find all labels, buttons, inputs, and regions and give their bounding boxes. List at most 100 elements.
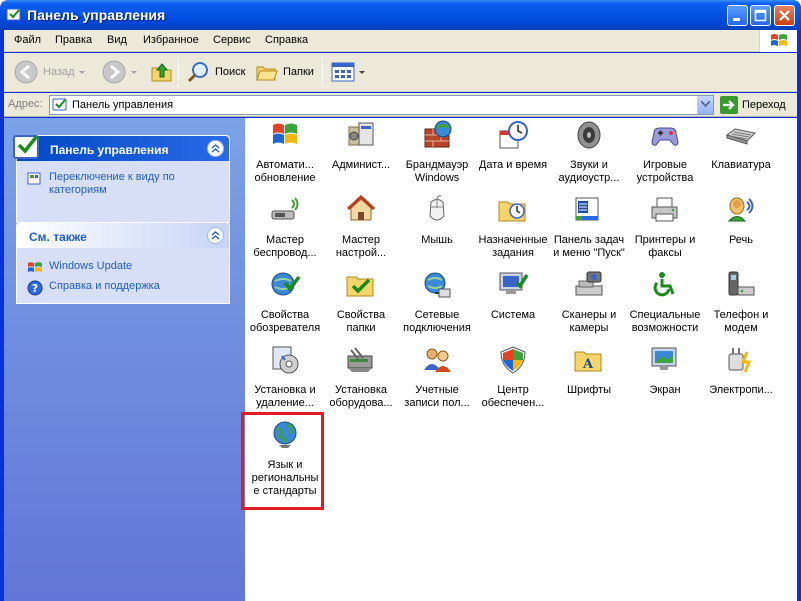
go-button[interactable]: Переход [720,95,786,115]
control-panel-item-label: Принтеры и факсы [634,234,696,259]
power-icon [728,348,752,373]
menu-favorites[interactable]: Избранное [143,34,199,46]
back-button[interactable]: Назад [10,59,88,85]
admin-tools-icon [348,122,374,146]
folders-button[interactable]: Папки [252,59,317,85]
search-label: Поиск [215,66,246,78]
network-connections-icon [424,272,451,298]
forward-dropdown-icon[interactable] [131,70,137,74]
control-panel-item[interactable]: Мастер настрой... [325,194,397,260]
control-panel-task-header[interactable]: Панель управления [13,134,229,161]
network-setup-icon [346,194,376,221]
scheduled-tasks-icon [498,201,526,222]
control-panel-item[interactable]: Свойства папки [325,269,397,335]
control-panel-item[interactable]: Мастер беспровод... [249,194,321,260]
phone-modem-icon [728,271,755,296]
printer-icon [651,197,678,222]
close-button[interactable] [774,5,795,26]
see-also-header[interactable]: См. также [17,223,229,248]
control-panel-item[interactable]: Электропи... [705,344,777,397]
minimize-icon [733,18,740,21]
category-view-icon [27,172,41,185]
folder-options-icon [346,276,374,297]
menu-edit[interactable]: Правка [55,34,92,46]
help-support-label: Справка и поддержка [49,280,160,292]
menu-bar: Файл Правка Вид Избранное Сервис Справка [4,30,797,52]
folders-icon [256,66,278,81]
control-panel-item[interactable]: Мышь [401,194,473,247]
title-bar[interactable]: Панель управления [0,0,801,30]
control-panel-item[interactable]: Дата и время [477,119,549,172]
back-dropdown-icon[interactable] [78,70,85,74]
control-panel-item[interactable]: Автомати... обновление [249,119,321,185]
clock-icon [499,121,528,149]
control-panel-item-label: Речь [728,234,754,246]
folder-up-icon [151,63,172,82]
control-panel-item[interactable]: Язык и региональные стандарты [249,419,321,498]
address-bar: Адрес: Панель управления Переход [4,93,797,117]
forward-button[interactable] [98,59,140,85]
control-panel-item[interactable]: Клавиатура [705,119,777,172]
collapse-button[interactable] [207,227,224,244]
control-panel-item[interactable]: Игровые устройства [629,119,701,185]
address-dropdown-button[interactable] [697,96,713,114]
go-arrow-icon [720,96,738,114]
up-button[interactable] [147,59,177,85]
control-panel-item[interactable]: Сетевые подключения [401,269,473,335]
wireless-icon [271,197,299,220]
control-panel-items: Автомати... обновление Админист... Брандма… [241,118,797,601]
control-panel-item[interactable]: Экран [629,344,701,397]
menu-tools[interactable]: Сервис [213,34,251,46]
control-panel-item-label: Шрифты [566,384,612,396]
hardware-icon [347,347,373,372]
control-panel-item[interactable]: Свойства обозревателя [249,269,321,335]
windows-flag-icon [771,34,787,46]
windows-update-link[interactable]: Windows Update [27,260,132,276]
views-dropdown-icon[interactable] [359,70,365,74]
control-panel-item[interactable]: Брандмауэр Windows [401,119,473,185]
control-panel-item[interactable]: Установка оборудова... [325,344,397,410]
menu-view[interactable]: Вид [107,34,127,46]
control-panel-item-label: Игровые устройства [636,159,694,184]
control-panel-item[interactable]: Назначенные задания [477,194,549,260]
control-panel-item-label: Сканеры и камеры [561,309,617,334]
control-panel-item[interactable]: Установка и удаление... [249,344,321,410]
control-panel-item[interactable]: Специальные возможности [629,269,701,335]
close-icon [779,10,790,21]
back-label: Назад [43,66,75,78]
collapse-button[interactable] [207,140,224,157]
control-panel-item[interactable]: Сканеры и камеры [553,269,625,335]
address-value: Панель управления [72,99,174,111]
control-panel-item-label: Центр обеспечен... [481,384,545,409]
control-panel-item[interactable]: Принтеры и факсы [629,194,701,260]
maximize-button[interactable] [750,5,771,26]
address-input[interactable]: Панель управления [49,95,714,115]
control-panel-item[interactable]: Панель задач и меню "Пуск" [553,194,625,260]
toolbar: Назад Поиск Папки [4,53,797,92]
control-panel-item[interactable]: Речь [705,194,777,247]
address-label: Адрес: [8,98,43,110]
control-panel-item-label: Автомати... обновление [254,159,316,184]
views-icon [331,62,355,82]
control-panel-item[interactable]: Админист... [325,119,397,172]
control-panel-item[interactable]: Звуки и аудиоустр... [553,119,625,185]
switch-to-category-view-link[interactable]: Переключение к виду по категориям [27,171,219,197]
help-support-link[interactable]: ? Справка и поддержка [27,280,160,296]
windows-update-icon [28,262,42,272]
control-panel-item[interactable]: Телефон и модем [705,269,777,335]
control-panel-item[interactable]: Система [477,269,549,322]
window: Панель управления Файл Правка Вид Избран… [0,0,801,601]
svg-text:A: A [582,357,594,372]
add-remove-icon [272,346,299,374]
control-panel-item[interactable]: A Шрифты [553,344,625,397]
search-button[interactable]: Поиск [184,59,248,85]
control-panel-item[interactable]: Учетные записи пол... [401,344,473,410]
switch-view-label: Переключение к виду по категориям [49,171,175,196]
minimize-button[interactable] [727,5,748,26]
menu-file[interactable]: Файл [14,34,41,46]
control-panel-item-label: Звуки и аудиоустр... [558,159,620,184]
views-button[interactable] [328,59,368,85]
control-panel-item[interactable]: Центр обеспечен... [477,344,549,410]
menu-help[interactable]: Справка [265,34,308,46]
control-panel-icon [52,98,67,111]
